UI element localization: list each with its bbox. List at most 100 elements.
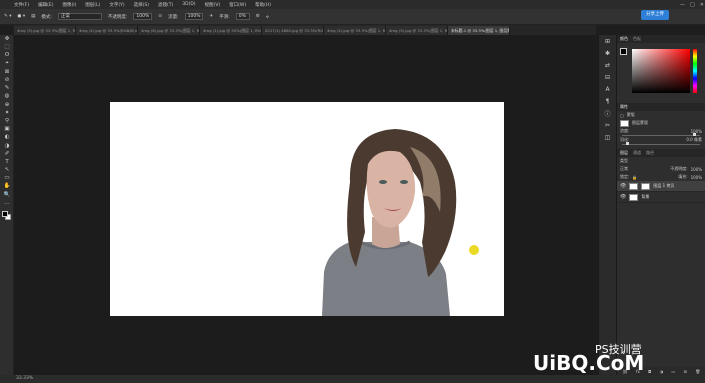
tool-icon[interactable]: ▭ [0,174,14,182]
menu-item[interactable]: 选择(S) [134,2,149,8]
color-panel [617,43,705,103]
tab-paths[interactable]: 路径 [646,150,654,156]
tab-properties[interactable]: 属性 [620,104,628,110]
tool-icon[interactable]: 🔍 [0,191,14,199]
maximize-icon[interactable]: □ [690,2,695,8]
menu-item[interactable]: 滤镜(T) [158,2,173,8]
tool-icon[interactable]: ◐ [0,133,14,141]
menu-item[interactable]: 视图(V) [205,2,221,8]
layer-row[interactable]: 👁 图层 1 拷贝 [617,181,705,192]
mode-select[interactable]: 正常 [57,13,102,20]
tool-icon[interactable]: … [0,199,14,207]
tool-icon[interactable]: ◍ [0,92,14,100]
document-tab-label: 2017(1) 4680.jpg @ 33.3%(RGB/8) [265,28,324,33]
menu-item[interactable]: 窗口(W) [229,2,246,8]
tool-icon[interactable]: T [0,158,14,166]
lock-icon[interactable]: 🔒 [632,175,637,180]
density-label: 浓度: [620,128,630,133]
flow-input[interactable]: 100% [184,13,204,20]
tool-icon[interactable]: ▣ [0,125,14,133]
tool-icon[interactable]: ✦ [0,109,14,117]
tools-panel: ✥ ⬚ ʘ ⌖ ⊠ ⊘ ✎ ◍ ⊕ ✦ ⚲ ▣ ◐ ◑ ✐ T ↖ ▭ ✋ 🔍… [0,35,14,375]
feather-slider[interactable] [622,142,700,145]
brush-preset-icon[interactable]: ● ▾ [17,14,25,19]
share-button[interactable]: 分享上传 [641,10,669,20]
paragraph-icon[interactable]: ¶ [599,95,616,107]
tool-icon[interactable]: ⊕ [0,101,14,109]
tab-layers[interactable]: 图层 [620,150,628,156]
tab-swatches[interactable]: 色板 [633,36,641,42]
document-tab[interactable]: 4mg (2).jpg @ 33.3%(图层 1, RGB/8)× [324,26,386,35]
menu-item[interactable]: 3D(D) [182,2,195,7]
fill-value[interactable]: 100% [691,175,702,180]
menu-item[interactable]: 编辑(E) [38,2,53,8]
hue-slider[interactable] [693,49,697,93]
pixel-mask-icon[interactable]: ▢ [620,113,624,118]
menu-item[interactable]: 文件(F) [14,2,29,8]
document-tab[interactable]: 4mg (3).jpg @ 33.3%(图层 1, RGB/8)× [14,26,76,35]
channels-icon[interactable]: ◫ [599,131,616,143]
brush-settings-panel-icon[interactable]: ✱ [599,47,616,59]
opacity-input[interactable]: 100% [133,13,153,20]
character-icon[interactable]: A [599,83,616,95]
document-tab-label: 4mg (2).jpg @ 33.3%(图层 1, RGB/8) [327,28,386,33]
watermark-logo: PS技训营 UiBQ.CoM [533,342,644,375]
lock-label: 锁定: [620,174,630,179]
tool-icon[interactable]: ✋ [0,182,14,190]
tool-icon[interactable]: ʘ [0,51,14,59]
opacity-label: 不透明度: [107,14,128,20]
layer-mask-thumbnail[interactable] [641,182,651,190]
brush-settings-icon[interactable]: ▤ [31,14,35,19]
brush-tool-icon[interactable]: ✎ ▾ [4,14,11,19]
zoom-level[interactable]: 33.33% [16,376,33,381]
tool-icon[interactable]: ⊠ [0,68,14,76]
info-icon[interactable]: ⓘ [599,107,616,119]
tab-channels[interactable]: 通道 [633,150,641,156]
menu-item[interactable]: 图像(I) [62,2,76,8]
eye-icon[interactable]: 👁 [620,194,626,200]
tool-icon[interactable]: ⌖ [0,60,14,68]
symmetry-icon[interactable]: ⟡ [266,14,269,20]
document-canvas[interactable] [110,102,504,316]
foreground-color-swatch[interactable] [620,48,627,55]
document-tab[interactable]: 4mg (6).jpg @ 33.3%(图层 1, RGB/8)× [138,26,200,35]
gear-icon[interactable]: ⚙ [256,14,260,19]
menu-item[interactable]: 图层(L) [85,2,100,8]
document-tab[interactable]: 未标题-1 @ 33.3%(图层 1, 图层蒙版/8)× [448,26,510,35]
menu-item[interactable]: 帮助(H) [255,2,271,8]
tool-icon[interactable]: ✥ [0,35,14,43]
tool-icon[interactable]: ◑ [0,141,14,149]
document-tab[interactable]: 4mg (5).jpg @ 33.3%(图层 1, RGB/8)× [386,26,448,35]
layer-row[interactable]: 👁 背景 [617,192,705,203]
tool-icon[interactable]: ✎ [0,84,14,92]
history-icon[interactable]: ⊞ [599,35,616,47]
tool-presets-icon[interactable]: ✂ [599,119,616,131]
tool-icon[interactable]: ↖ [0,166,14,174]
adjustments-icon[interactable]: ⇄ [599,59,616,71]
smooth-input[interactable]: 0% [235,13,250,20]
filter-kind-select[interactable]: 类型 [620,158,628,164]
document-tab[interactable]: 2017(1) 4680.jpg @ 33.3%(RGB/8)× [262,26,324,35]
menu-item[interactable]: 文字(Y) [109,2,124,8]
tool-icon[interactable]: ⬚ [0,43,14,51]
document-tab[interactable]: 4mg (4).jpg @ 33.3%(RGB/8) × [76,26,138,35]
tool-icon[interactable]: ✐ [0,150,14,158]
minimize-icon[interactable]: — [680,2,685,8]
airbrush-icon[interactable]: ✈ [209,14,213,19]
pressure-opacity-icon[interactable]: ⊙ [158,14,162,19]
eye-icon[interactable]: 👁 [620,183,626,189]
properties-icon[interactable]: ⊟ [599,71,616,83]
tab-color[interactable]: 颜色 [620,36,628,42]
feather-value[interactable]: 0.0 像素 [686,137,702,143]
density-slider[interactable] [622,133,700,136]
tool-icon[interactable]: ⊘ [0,76,14,84]
density-row: 浓度: 100% [617,127,705,135]
fg-bg-color-swatches[interactable] [0,209,13,223]
document-tab[interactable]: 4mg (1).jpg @ 50%(图层 1, RGB/8)× [200,26,262,35]
color-picker-field[interactable] [632,49,690,93]
tool-icon[interactable]: ⚲ [0,117,14,125]
layer-opacity-value[interactable]: 100% [691,167,702,172]
fill-label: 填充: [678,174,688,179]
close-icon[interactable]: ✕ [700,2,704,8]
blend-mode-select[interactable]: 正常 [620,166,628,172]
